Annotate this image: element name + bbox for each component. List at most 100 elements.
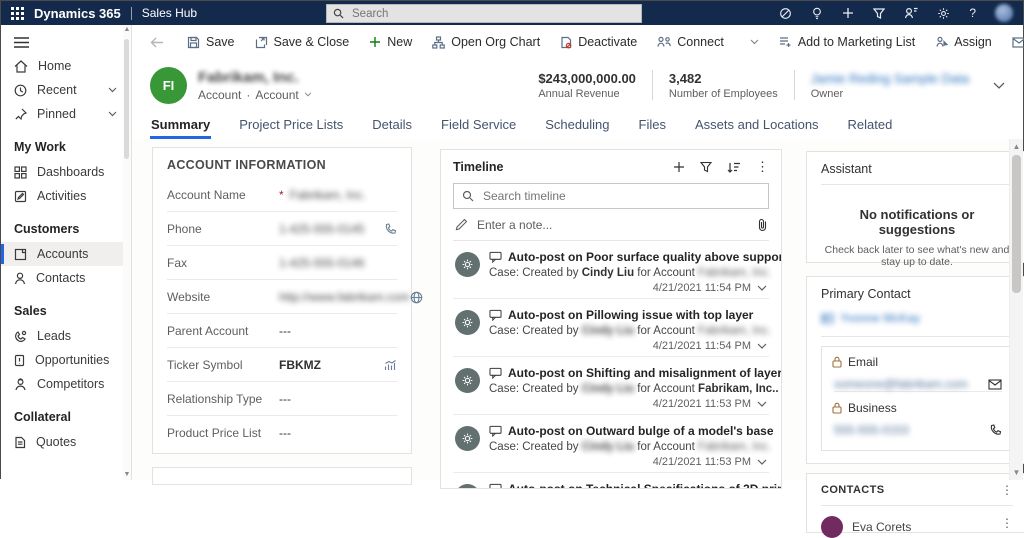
primary-contact-link[interactable]: Yvonne McKay	[821, 311, 1013, 325]
phone-icon[interactable]	[384, 223, 397, 236]
scrollbar-thumb[interactable]	[124, 39, 129, 159]
timeline-entry[interactable]: Auto-post on Outward bulge of a model's …	[453, 415, 769, 473]
owner-value[interactable]: Jamie Reding Sample Data	[811, 71, 969, 86]
connect-button[interactable]: Connect	[648, 30, 733, 54]
brand-title[interactable]: Dynamics 365	[34, 6, 121, 21]
paperclip-icon[interactable]	[758, 218, 767, 232]
note-entry-row[interactable]: Enter a note...	[453, 209, 769, 241]
field-value[interactable]: ---	[279, 392, 291, 406]
global-search-box[interactable]	[326, 4, 642, 23]
employees-field[interactable]: 3,482 Number of Employees	[653, 71, 794, 100]
contacts-more-icon[interactable]: ⋮	[1001, 483, 1013, 497]
tab-field-service[interactable]: Field Service	[440, 113, 517, 139]
timeline-add-icon[interactable]	[673, 161, 685, 173]
sidebar-item-leads[interactable]: Leads	[1, 324, 131, 348]
owner-field[interactable]: Jamie Reding Sample Data Owner	[795, 71, 985, 100]
timeline-entry-title[interactable]: Auto-post on Shifting and misalignment o…	[508, 366, 782, 380]
chevron-down-icon[interactable]	[757, 459, 767, 465]
field-value[interactable]: ---	[279, 426, 291, 440]
field-value[interactable]: Fabrikam, Inc.	[290, 188, 366, 202]
field-parent-account[interactable]: Parent Account ---	[167, 314, 397, 348]
filter-icon[interactable]	[873, 7, 885, 19]
timeline-entry-date-row[interactable]: 4/21/2021 11:53 PM	[489, 398, 767, 410]
timeline-entry[interactable]: Auto-post on Technical Specifications of…	[453, 473, 769, 489]
circle-slash-icon[interactable]	[779, 7, 792, 20]
sidebar-item-home[interactable]: Home	[1, 54, 131, 78]
contact-list-item[interactable]: Eva Corets ⋮	[821, 516, 1013, 538]
timeline-more-icon[interactable]: ⋮	[756, 159, 769, 175]
business-phone-row[interactable]: 555-555-0153	[834, 423, 1002, 437]
form-selector[interactable]: Account	[255, 88, 298, 102]
open-org-chart-button[interactable]: Open Org Chart	[423, 30, 549, 54]
primary-contact-name[interactable]: Yvonne McKay	[840, 311, 920, 325]
timeline-filter-icon[interactable]	[700, 161, 712, 173]
assign-button[interactable]: Assign	[926, 30, 1001, 54]
scroll-down-arrow[interactable]: ▼	[1010, 468, 1023, 477]
timeline-entry-title[interactable]: Auto-post on Technical Specifications of…	[508, 482, 782, 489]
lightbulb-icon[interactable]	[811, 7, 823, 20]
chevron-down-icon[interactable]	[757, 343, 767, 349]
chevron-down-icon[interactable]	[108, 87, 117, 93]
timeline-entry-title[interactable]: Auto-post on Poor surface quality above …	[508, 250, 782, 264]
field-website[interactable]: Website http://www.fabrikam.com	[167, 280, 397, 314]
contact-row-more-icon[interactable]: ⋮	[1001, 516, 1013, 530]
tab-project-price-lists[interactable]: Project Price Lists	[238, 113, 344, 139]
sidebar-item-accounts[interactable]: Accounts	[1, 242, 131, 266]
email-value[interactable]: someone@fabrikam.com	[834, 377, 968, 391]
main-scrollbar[interactable]: ▲ ▼	[1009, 139, 1023, 480]
sidebar-item-competitors[interactable]: Competitors	[1, 372, 131, 396]
annual-revenue-field[interactable]: $243,000,000.00 Annual Revenue	[522, 71, 652, 100]
field-value[interactable]: http://www.fabrikam.com	[279, 290, 410, 304]
sidebar-scrollbar[interactable]: ▲ ▼	[123, 25, 131, 480]
timeline-entry[interactable]: Auto-post on Pillowing issue with top la…	[453, 299, 769, 357]
field-ticker-symbol[interactable]: Ticker Symbol FBKMZ	[167, 348, 397, 382]
phone-icon[interactable]	[989, 424, 1002, 437]
timeline-entry-title[interactable]: Auto-post on Outward bulge of a model's …	[508, 424, 774, 438]
connect-split-chevron[interactable]	[741, 34, 768, 50]
timeline-entry-date-row[interactable]: 4/21/2021 11:54 PM	[489, 282, 767, 294]
timeline-search-input[interactable]	[481, 188, 760, 204]
timeline-search-box[interactable]	[453, 183, 769, 209]
waffle-menu-icon[interactable]	[11, 7, 24, 20]
deactivate-button[interactable]: Deactivate	[551, 30, 646, 54]
email-a-link-button[interactable]: Email a Link	[1003, 30, 1024, 54]
field-fax[interactable]: Fax 1-425-555-0146	[167, 246, 397, 280]
app-name[interactable]: Sales Hub	[142, 6, 197, 20]
tab-related[interactable]: Related	[847, 113, 894, 139]
header-expand-chevron[interactable]	[993, 82, 1005, 89]
email-value-row[interactable]: someone@fabrikam.com	[834, 377, 1002, 392]
chevron-down-icon[interactable]	[757, 401, 767, 407]
field-value[interactable]: 1-425-555-0146	[279, 256, 364, 270]
tab-files[interactable]: Files	[638, 113, 667, 139]
sidebar-item-pinned[interactable]: Pinned	[1, 102, 131, 126]
stock-chart-icon[interactable]	[384, 359, 397, 371]
timeline-entry-date-row[interactable]: 4/21/2021 11:54 PM	[489, 340, 767, 352]
back-button[interactable]	[142, 32, 172, 53]
sidebar-item-recent[interactable]: Recent	[1, 78, 131, 102]
tab-assets-and-locations[interactable]: Assets and Locations	[694, 113, 820, 139]
tab-scheduling[interactable]: Scheduling	[544, 113, 610, 139]
field-account-name[interactable]: Account Name * Fabrikam, Inc.	[167, 178, 397, 212]
field-relationship-type[interactable]: Relationship Type ---	[167, 382, 397, 416]
chevron-down-icon[interactable]	[304, 92, 312, 97]
field-value[interactable]: FBKMZ	[279, 358, 321, 372]
timeline-entry-date-row[interactable]: 4/21/2021 11:53 PM	[489, 456, 767, 468]
contact-name[interactable]: Eva Corets	[852, 520, 911, 534]
sitemap-collapse-button[interactable]	[1, 29, 131, 54]
sidebar-item-opportunities[interactable]: Opportunities	[1, 348, 131, 372]
send-email-icon[interactable]	[988, 379, 1002, 390]
global-search-input[interactable]	[350, 7, 635, 21]
field-value[interactable]: 1-425-555-0145	[279, 222, 364, 236]
timeline-sort-icon[interactable]	[727, 162, 741, 173]
user-avatar[interactable]	[995, 4, 1013, 22]
scroll-up-arrow[interactable]: ▲	[1010, 142, 1023, 151]
sidebar-item-quotes[interactable]: Quotes	[1, 430, 131, 454]
business-phone-value[interactable]: 555-555-0153	[834, 423, 909, 437]
globe-icon[interactable]	[410, 291, 423, 304]
field-product-price-list[interactable]: Product Price List ---	[167, 416, 397, 449]
save-and-close-button[interactable]: Save & Close	[246, 30, 359, 54]
timeline-entry-title[interactable]: Auto-post on Pillowing issue with top la…	[508, 308, 753, 322]
sidebar-item-contacts[interactable]: Contacts	[1, 266, 131, 290]
save-button[interactable]: Save	[178, 30, 244, 54]
timeline-entry[interactable]: Auto-post on Shifting and misalignment o…	[453, 357, 769, 415]
